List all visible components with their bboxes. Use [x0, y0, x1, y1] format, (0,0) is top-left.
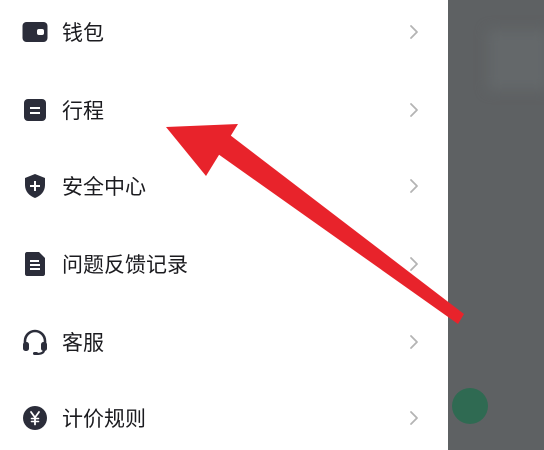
- chevron-right-icon: [408, 100, 420, 120]
- background-green-button: [452, 388, 488, 424]
- menu-item-security-center[interactable]: 安全中心: [0, 156, 448, 216]
- menu-item-wallet[interactable]: 钱包: [0, 2, 448, 62]
- menu-item-label: 计价规则: [62, 407, 146, 431]
- menu-item-label: 行程: [62, 99, 104, 123]
- headset-icon: [22, 329, 48, 355]
- menu-item-label: 钱包: [62, 21, 104, 45]
- menu-item-pricing-rules[interactable]: 计价规则: [0, 388, 448, 448]
- chevron-right-icon: [408, 254, 420, 274]
- menu-item-customer-service[interactable]: 客服: [0, 312, 448, 372]
- chevron-right-icon: [408, 176, 420, 196]
- feedback-record-icon: [22, 251, 48, 277]
- shield-icon: [22, 173, 48, 199]
- menu-item-label: 安全中心: [62, 175, 146, 199]
- dimmed-background[interactable]: [448, 0, 544, 450]
- side-drawer: 钱包 行程 安全中心 问题反馈记录 客服 计价规则: [0, 0, 448, 450]
- background-content: [488, 30, 544, 90]
- chevron-right-icon: [408, 332, 420, 352]
- yuan-icon: [22, 405, 48, 431]
- trip-icon: [22, 97, 48, 123]
- menu-item-feedback-records[interactable]: 问题反馈记录: [0, 234, 448, 294]
- screen: 钱包 行程 安全中心 问题反馈记录 客服 计价规则: [0, 0, 544, 450]
- menu-item-label: 客服: [62, 331, 104, 355]
- chevron-right-icon: [408, 408, 420, 428]
- menu-item-label: 问题反馈记录: [62, 253, 188, 277]
- menu-item-trip[interactable]: 行程: [0, 80, 448, 140]
- chevron-right-icon: [408, 22, 420, 42]
- wallet-icon: [22, 19, 48, 45]
